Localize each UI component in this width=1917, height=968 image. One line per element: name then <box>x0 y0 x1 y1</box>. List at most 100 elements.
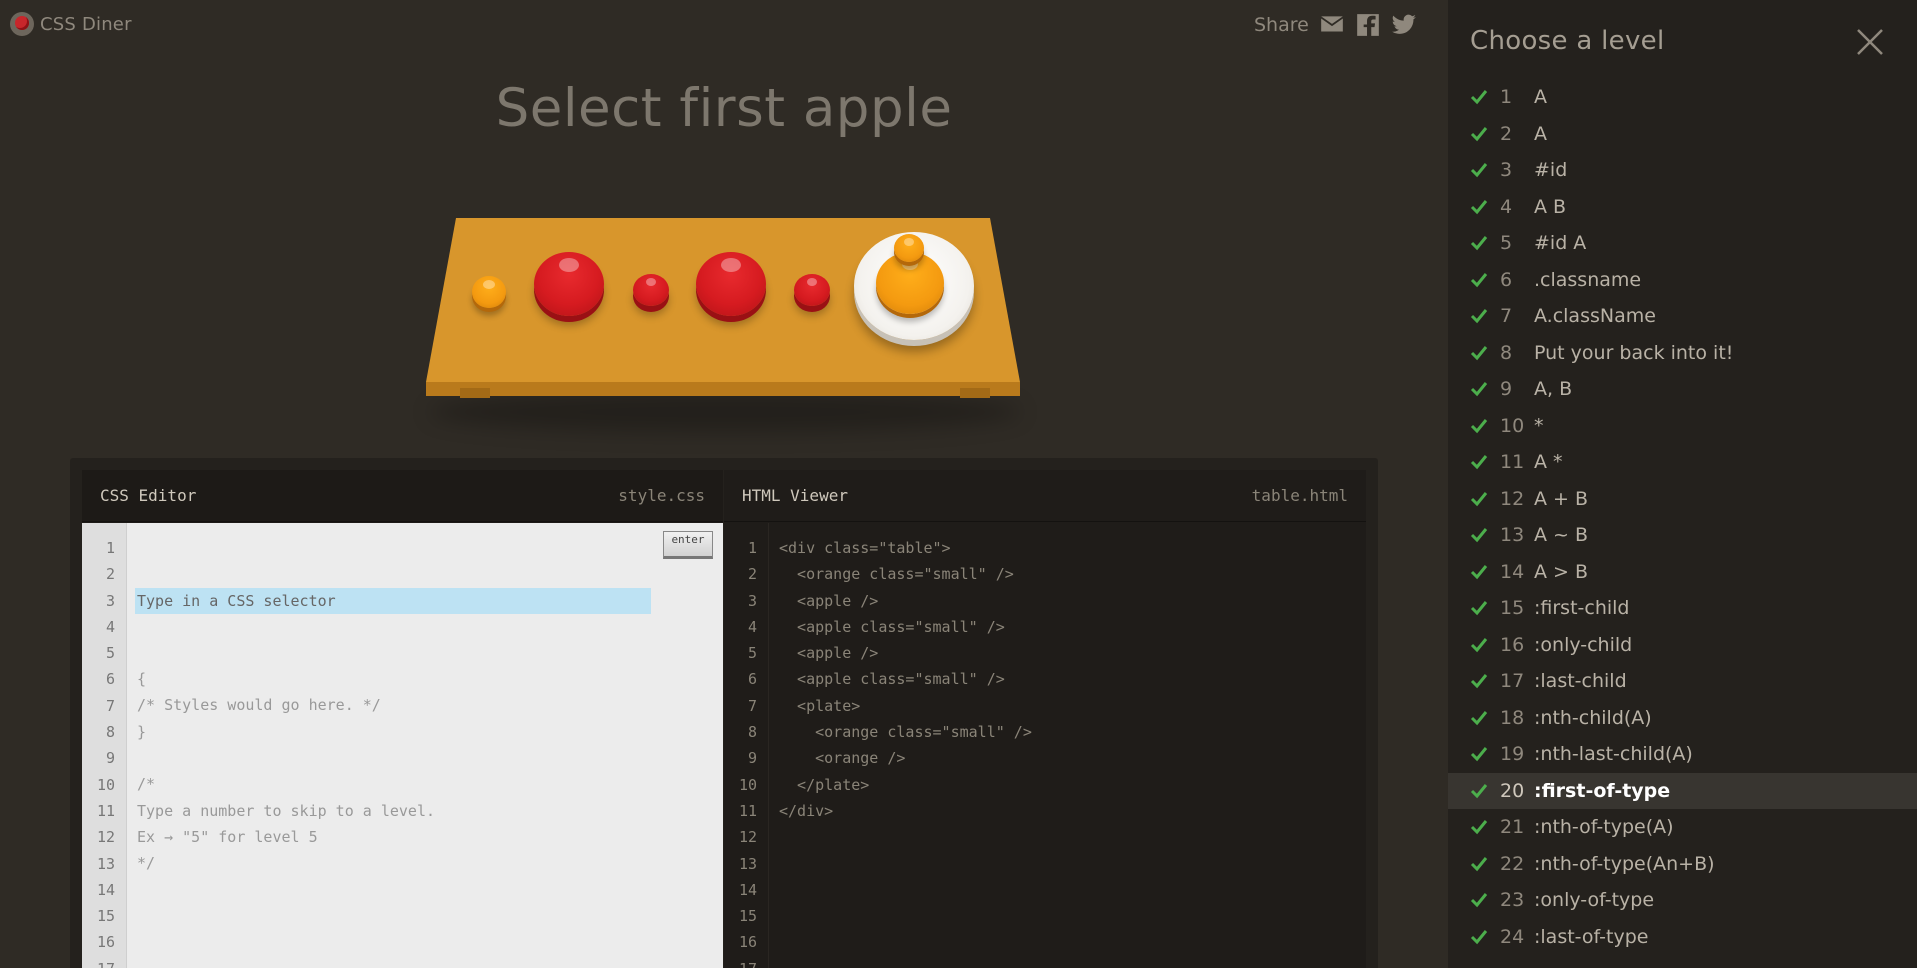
logo-icon <box>10 12 34 36</box>
level-item-11[interactable]: 11 A * <box>1448 444 1917 481</box>
level-name: .classname <box>1534 268 1642 291</box>
checkmark-icon <box>1470 783 1488 798</box>
checkmark-icon <box>1470 893 1488 908</box>
checkmark-icon <box>1470 528 1488 543</box>
level-number: 4 <box>1500 195 1513 218</box>
close-icon[interactable] <box>1854 26 1886 58</box>
level-number: 13 <box>1500 524 1525 547</box>
level-number: 3 <box>1500 159 1513 182</box>
level-item-19[interactable]: 19:nth-last-child(A) <box>1448 736 1917 773</box>
css-editor-title: CSS Editor <box>100 486 197 505</box>
css-editor-header: CSS Editor style.css <box>82 470 723 522</box>
level-number: 20 <box>1500 779 1525 802</box>
facebook-icon[interactable] <box>1355 12 1381 38</box>
level-item-12[interactable]: 12 A + B <box>1448 481 1917 518</box>
level-name: :first-child <box>1534 597 1630 620</box>
level-item-17[interactable]: 17:last-child <box>1448 663 1917 700</box>
html-code[interactable]: <div class="table"> <orange class="small… <box>769 523 1366 968</box>
css-editor: CSS Editor style.css 1 2 3 4 5 6 7 8 9 1… <box>82 470 723 968</box>
apple-small[interactable] <box>633 274 669 306</box>
level-name: #id A <box>1534 232 1587 255</box>
level-number: 7 <box>1500 305 1513 328</box>
apple[interactable] <box>534 252 604 316</box>
logo-text: CSS Diner <box>40 13 132 35</box>
level-item-13[interactable]: 13 A ~ B <box>1448 517 1917 554</box>
level-number: 12 <box>1500 487 1525 510</box>
level-number: 18 <box>1500 706 1525 729</box>
logo[interactable]: CSS Diner <box>10 12 132 36</box>
level-item-16[interactable]: 16:only-child <box>1448 627 1917 664</box>
app: CSS Diner Share Select first apple CSS E… <box>0 0 1917 968</box>
checkmark-icon <box>1470 272 1488 287</box>
level-item-2[interactable]: 2A <box>1448 116 1917 153</box>
level-item-4[interactable]: 4 A B <box>1448 189 1917 226</box>
orange-small[interactable] <box>472 276 506 308</box>
editor-panel: CSS Editor style.css 1 2 3 4 5 6 7 8 9 1… <box>70 458 1378 968</box>
level-item-3[interactable]: 3 #id <box>1448 152 1917 189</box>
level-item-8[interactable]: 8 Put your back into it! <box>1448 335 1917 372</box>
checkmark-icon <box>1470 382 1488 397</box>
level-item-7[interactable]: 7 A.className <box>1448 298 1917 335</box>
level-item-6[interactable]: 6 .classname <box>1448 262 1917 299</box>
level-number: 11 <box>1500 451 1525 474</box>
checkmark-icon <box>1470 856 1488 871</box>
level-number: 1 <box>1500 86 1513 109</box>
level-name: A.className <box>1534 305 1656 328</box>
apple[interactable] <box>696 252 766 316</box>
level-item-1[interactable]: 1A <box>1448 79 1917 116</box>
level-sidebar: Choose a level 1 A 2 A 3 #id 4 A B 5 #id A 6 .class… <box>1448 0 1917 968</box>
share-bar: Share <box>1254 12 1417 38</box>
css-line-numbers: 1 2 3 4 5 6 7 8 9 10 11 12 13 14 15 16 1… <box>82 523 127 968</box>
level-name: A, B <box>1534 378 1573 401</box>
level-item-14[interactable]: 14 A > B <box>1448 554 1917 591</box>
checkmark-icon <box>1470 820 1488 835</box>
level-list: 1 A 2 A 3 #id 4 A B 5 #id A 6 .classname 7 A.classNam… <box>1448 79 1917 955</box>
level-name: Put your back into it! <box>1534 341 1734 364</box>
orange-small[interactable] <box>894 234 924 262</box>
level-item-20[interactable]: 20:first-of-type <box>1448 772 1917 809</box>
level-item-5[interactable]: 5 #id A <box>1448 225 1917 262</box>
enter-button[interactable]: enter <box>663 531 713 559</box>
level-number: 9 <box>1500 378 1513 401</box>
html-viewer-header: HTML Viewer table.html <box>724 470 1366 522</box>
email-icon[interactable] <box>1319 12 1345 38</box>
level-name: A > B <box>1534 560 1589 583</box>
html-line-numbers: 1 2 3 4 5 6 7 8 9 10 11 12 13 14 15 16 1… <box>724 523 769 968</box>
checkmark-icon <box>1470 418 1488 433</box>
checkmark-icon <box>1470 199 1488 214</box>
css-code-area: 1 2 3 4 5 6 7 8 9 10 11 12 13 14 15 16 1… <box>82 523 723 968</box>
level-name: :nth-last-child(A) <box>1534 743 1693 766</box>
level-name: A ~ B <box>1534 524 1589 547</box>
level-name: A <box>1534 122 1547 145</box>
checkmark-icon <box>1470 564 1488 579</box>
checkmark-icon <box>1470 90 1488 105</box>
checkmark-icon <box>1470 601 1488 616</box>
level-item-18[interactable]: 18 :nth-child(A) <box>1448 700 1917 737</box>
twitter-icon[interactable] <box>1391 12 1417 38</box>
apple-small[interactable] <box>794 274 830 306</box>
plate[interactable] <box>854 232 974 340</box>
level-item-9[interactable]: 9 A, B <box>1448 371 1917 408</box>
level-name: :nth-child(A) <box>1534 706 1652 729</box>
level-name: * <box>1534 414 1544 437</box>
level-number: 21 <box>1500 816 1525 839</box>
checkmark-icon <box>1470 455 1488 470</box>
checkmark-icon <box>1470 163 1488 178</box>
share-label: Share <box>1254 14 1309 36</box>
level-name: #id <box>1534 159 1568 182</box>
level-number: 24 <box>1500 925 1525 948</box>
level-item-21[interactable]: 21:nth-of-type(A) <box>1448 809 1917 846</box>
level-item-24[interactable]: 24:last-of-type <box>1448 919 1917 956</box>
table-scene <box>420 212 1030 432</box>
level-number: 2 <box>1500 122 1513 145</box>
css-selector-input[interactable] <box>135 587 651 614</box>
level-item-23[interactable]: 23:only-of-type <box>1448 882 1917 919</box>
level-name: A * <box>1534 451 1563 474</box>
level-item-10[interactable]: 10 * <box>1448 408 1917 445</box>
checkmark-icon <box>1470 309 1488 324</box>
level-item-15[interactable]: 15:first-child <box>1448 590 1917 627</box>
level-item-22[interactable]: 22:nth-of-type(An+B) <box>1448 846 1917 883</box>
level-name: :nth-of-type(An+B) <box>1534 852 1715 875</box>
level-number: 14 <box>1500 560 1525 583</box>
table-leg-left <box>460 388 490 398</box>
